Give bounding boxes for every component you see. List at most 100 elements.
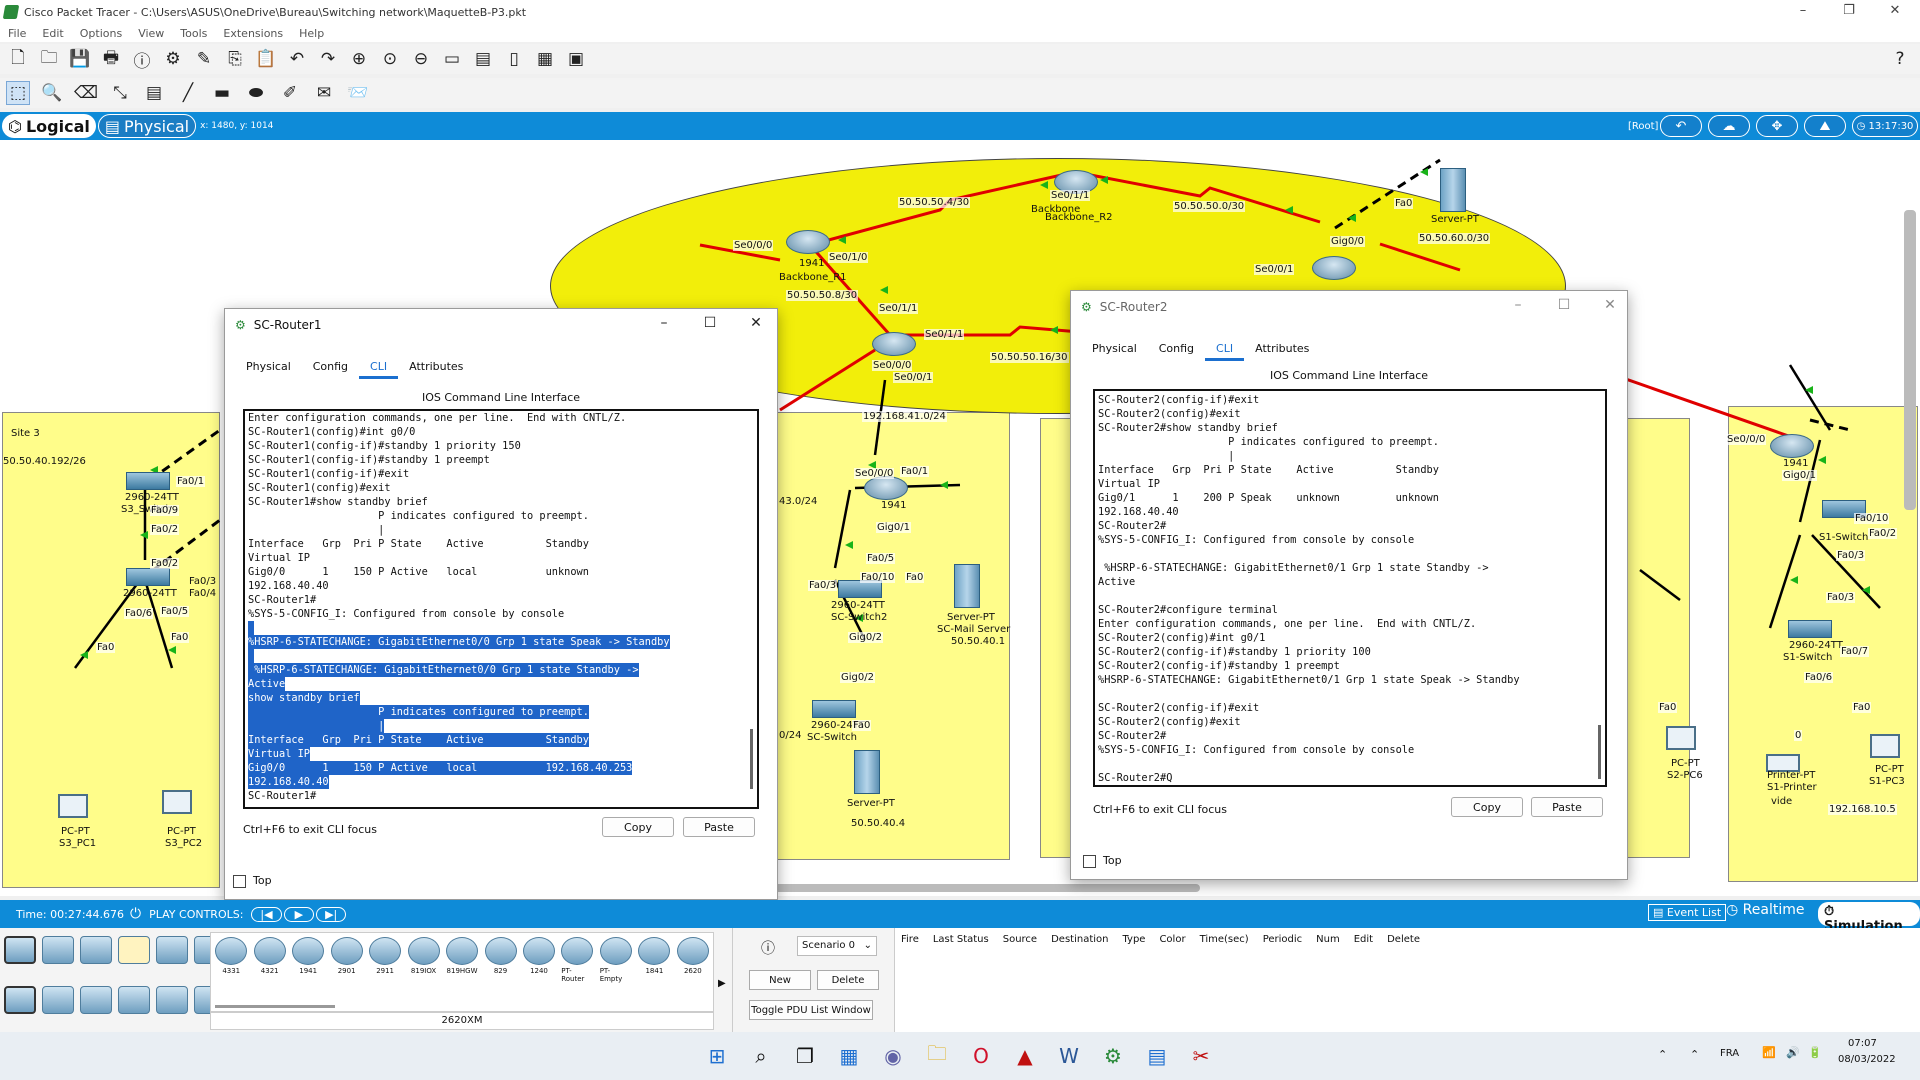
close-button[interactable]: ✕ <box>741 315 771 331</box>
step-back-icon[interactable]: |◀ <box>251 906 282 922</box>
device-list-scrollbar[interactable] <box>215 1005 335 1008</box>
power-cycle-icon[interactable]: ⏻ <box>130 906 141 922</box>
redo-icon[interactable]: ↷ <box>316 47 340 71</box>
copy-icon[interactable]: ⎘ <box>223 47 247 71</box>
s2-pc6[interactable] <box>1666 726 1696 750</box>
routers-icon[interactable] <box>4 986 36 1014</box>
misc-icon[interactable] <box>156 936 188 964</box>
wireless-icon[interactable] <box>118 986 150 1014</box>
maximize-button[interactable]: ☐ <box>695 315 725 331</box>
viewport-clock-button[interactable]: ◷ 13:17:30 <box>1852 115 1918 137</box>
logical-view-button[interactable]: ⌬ Logical <box>2 114 96 138</box>
zoom-out-icon[interactable]: ⊖ <box>409 47 433 71</box>
expand-arrow-icon[interactable]: ▶ <box>718 978 726 989</box>
minimize-button[interactable]: – <box>1780 0 1826 24</box>
language-indicator[interactable]: FRA <box>1720 1048 1739 1059</box>
sc-switch[interactable] <box>812 700 856 718</box>
zoom-reset-icon[interactable]: ⊙ <box>378 47 402 71</box>
s3-switch[interactable] <box>126 472 170 490</box>
backbone-server[interactable] <box>1440 168 1466 212</box>
backbone-r1-router[interactable] <box>786 230 830 254</box>
line-tool-icon[interactable]: ╱ <box>176 81 200 105</box>
tab-config[interactable]: Config <box>1148 339 1205 361</box>
top-checkbox[interactable] <box>233 875 246 888</box>
delete-scenario-button[interactable]: Delete <box>817 970 879 990</box>
notepad-icon[interactable]: ▤ <box>1142 1041 1172 1071</box>
maximize-button[interactable]: ☐ <box>1549 297 1579 313</box>
volume-icon[interactable]: 🔊 <box>1786 1046 1800 1059</box>
open-folder-icon[interactable]: 🗀 <box>37 47 61 71</box>
sc-router1-cli[interactable]: Enter configuration commands, one per li… <box>243 409 759 809</box>
sc-mail-server[interactable] <box>954 564 980 608</box>
device-model-item[interactable]: 4331 <box>215 937 248 983</box>
workspace-vscroll[interactable] <box>1904 210 1916 510</box>
zoom-in-icon[interactable]: ⊕ <box>347 47 371 71</box>
pdu-column-header[interactable]: Fire <box>901 934 919 945</box>
top-checkbox[interactable] <box>1083 855 1096 868</box>
pdu-column-header[interactable]: Time(sec) <box>1200 934 1249 945</box>
cloud-upload-icon[interactable]: ▣ <box>564 47 588 71</box>
menu-file[interactable]: File <box>8 27 26 40</box>
realtime-button[interactable]: ◷ Realtime <box>1726 902 1804 918</box>
menu-view[interactable]: View <box>138 27 164 40</box>
pdu-column-header[interactable]: Destination <box>1051 934 1108 945</box>
sc-router2-cli[interactable]: SC-Router2(config-if)#exit SC-Router2(con… <box>1093 389 1607 787</box>
task-view-icon[interactable]: ❐ <box>790 1041 820 1071</box>
security-icon[interactable] <box>156 986 188 1014</box>
paste-button[interactable]: Paste <box>1531 797 1603 817</box>
pdu-column-header[interactable]: Source <box>1003 934 1037 945</box>
device-model-item[interactable]: 1240 <box>522 937 555 983</box>
paste-icon[interactable]: 📋 <box>254 47 278 71</box>
menu-extensions[interactable]: Extensions <box>223 27 283 40</box>
minimize-button[interactable]: – <box>649 315 679 331</box>
device-model-item[interactable]: 1941 <box>292 937 325 983</box>
pdu-column-header[interactable]: Periodic <box>1263 934 1302 945</box>
rectangle-tool-icon[interactable]: ▬ <box>210 81 234 105</box>
back-icon[interactable]: ↶ <box>1660 115 1702 137</box>
scenario-select[interactable]: Scenario 0 ⌄ <box>797 936 877 956</box>
packet-tracer-taskbar-icon[interactable]: ⚙ <box>1098 1041 1128 1071</box>
toggle-pdu-list-button[interactable]: Toggle PDU List Window <box>749 1000 873 1020</box>
pdu-column-header[interactable]: Color <box>1159 934 1185 945</box>
add-complex-pdu-icon[interactable]: 📨 <box>346 81 370 105</box>
sc-router2-titlebar[interactable]: ⚙ SC-Router2 <box>1071 291 1627 323</box>
sc-router[interactable] <box>864 476 908 500</box>
view-command-log-icon[interactable]: ▯ <box>502 47 526 71</box>
cli-scrollbar[interactable] <box>1598 725 1601 779</box>
minimize-button[interactable]: – <box>1503 297 1533 313</box>
s3-switch-b[interactable] <box>126 568 170 586</box>
help-icon[interactable]: ? <box>1888 47 1912 71</box>
copy-button[interactable]: Copy <box>1451 797 1523 817</box>
switches-icon[interactable] <box>42 986 74 1014</box>
opera-icon[interactable]: O <box>966 1041 996 1071</box>
pdu-column-header[interactable]: Last Status <box>933 934 989 945</box>
backbone-r3-router[interactable] <box>1312 256 1356 280</box>
network-wizard-icon[interactable]: ⚙ <box>161 47 185 71</box>
show-hidden-icons-icon[interactable]: ⌃ <box>1658 1048 1667 1061</box>
cli-scrollbar[interactable] <box>750 729 753 789</box>
s3-pc2[interactable] <box>162 790 192 814</box>
new-scenario-button[interactable]: New <box>749 970 811 990</box>
backbone-r0-router[interactable] <box>872 332 916 356</box>
step-forward-icon[interactable]: ▶| <box>316 906 347 922</box>
paste-button[interactable]: Paste <box>683 817 755 837</box>
device-manager-icon[interactable]: ▦ <box>533 47 557 71</box>
device-model-item[interactable]: 2901 <box>330 937 363 983</box>
device-model-item[interactable]: 4321 <box>253 937 286 983</box>
pdu-column-header[interactable]: Edit <box>1354 934 1373 945</box>
menu-help[interactable]: Help <box>299 27 324 40</box>
delete-tool-icon[interactable]: ⌫ <box>74 81 98 105</box>
simulation-button[interactable]: ⏱ Simulation <box>1818 902 1920 934</box>
tab-physical[interactable]: Physical <box>235 357 302 379</box>
tab-physical[interactable]: Physical <box>1081 339 1148 361</box>
s1-router[interactable] <box>1770 434 1814 458</box>
print-icon[interactable]: 🖶 <box>99 47 123 71</box>
device-model-item[interactable]: 2911 <box>369 937 402 983</box>
widgets-icon[interactable]: ▦ <box>834 1041 864 1071</box>
menu-options[interactable]: Options <box>80 27 122 40</box>
restore-button[interactable]: ❐ <box>1826 0 1872 24</box>
custom-devices-icon[interactable]: ▤ <box>471 47 495 71</box>
pdu-column-header[interactable]: Type <box>1122 934 1145 945</box>
tab-attributes[interactable]: Attributes <box>1244 339 1320 361</box>
play-icon[interactable]: ▶ <box>283 906 315 922</box>
